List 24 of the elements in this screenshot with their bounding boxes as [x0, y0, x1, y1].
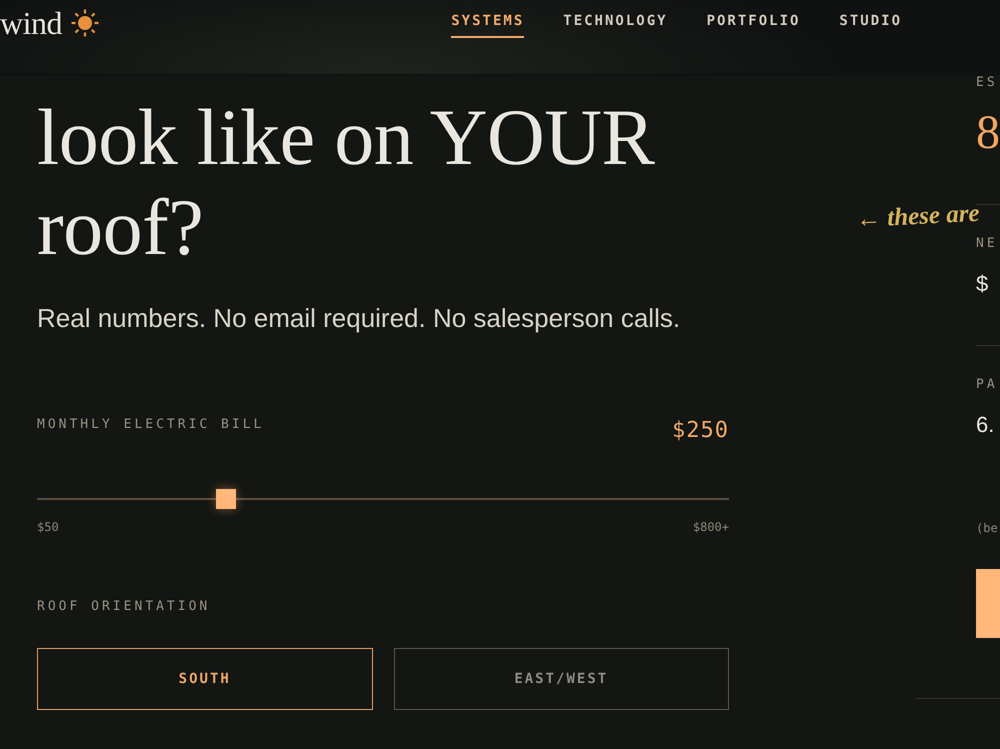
field-label: ROOF ORIENTATION	[37, 599, 212, 615]
nav-link[interactable]: PORTFOLIO	[706, 0, 800, 38]
result-label: NE	[976, 236, 999, 252]
range-max-label: $800+	[692, 519, 729, 535]
nav-link[interactable]: SYSTEMS	[451, 0, 524, 38]
slider-thumb[interactable]	[216, 489, 236, 509]
result-label: PA	[976, 377, 999, 393]
result-value: 6.	[976, 411, 996, 439]
result-note: (be	[976, 520, 999, 536]
hero-subtitle: Real numbers. No email required. No salesperson calls.	[37, 303, 682, 333]
result-value: 8	[976, 105, 1000, 161]
orientation-option[interactable]: SOUTH	[37, 648, 372, 710]
hero-heading: look like on YOUR roof?	[37, 93, 656, 273]
logo-text[interactable]: wind	[0, 8, 62, 38]
handwritten-note: ← these are	[855, 200, 980, 234]
bill-value: $250	[672, 417, 729, 445]
nav-link[interactable]: TECHNOLOGY	[563, 0, 668, 38]
sun-icon	[71, 9, 99, 37]
range-min-label: $50	[37, 519, 59, 535]
field-label: MONTHLY ELECTRIC BILL	[37, 417, 264, 433]
result-label: ES	[976, 75, 999, 91]
result-value: $	[976, 270, 990, 298]
nav-link[interactable]: STUDIO	[839, 0, 902, 38]
orientation-option[interactable]: EAST/WEST	[394, 648, 729, 710]
